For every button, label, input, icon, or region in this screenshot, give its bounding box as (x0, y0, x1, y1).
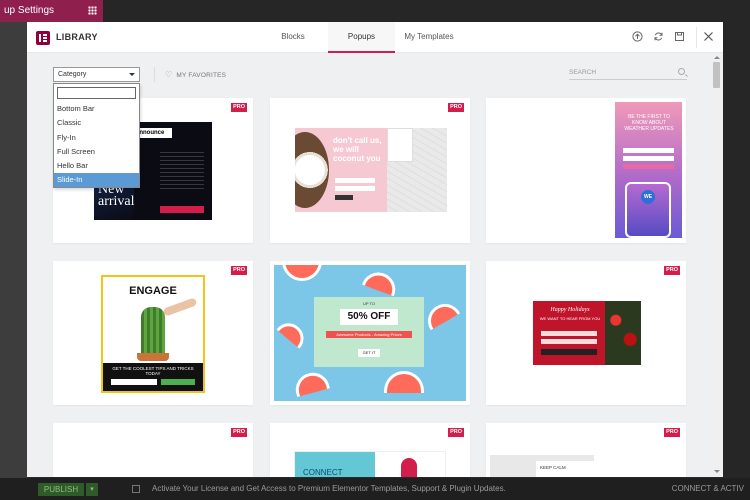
search-field[interactable]: SEARCH (569, 65, 687, 80)
thumb-tagline: GET THE COOLEST TIPS AND TRICKS TODAY (112, 366, 194, 376)
library-title: LIBRARY (56, 32, 98, 42)
search-placeholder: SEARCH (569, 69, 597, 76)
tab-my-templates[interactable]: My Templates (399, 22, 459, 53)
thumb-heading: ENGAGE (129, 285, 177, 297)
thumb-heading: CONNECT (303, 468, 343, 477)
pro-badge: PRO (231, 266, 247, 275)
template-card[interactable]: PRO UP TO 50% OFF Awesome Products - Ama… (270, 261, 470, 405)
thumb-heading: 50% OFF (340, 309, 398, 325)
chevron-down-icon (129, 73, 135, 76)
panel-title: up Settings (4, 5, 55, 16)
scroll-down-icon[interactable] (714, 470, 720, 473)
tab-blocks[interactable]: Blocks (263, 22, 323, 53)
template-thumbnail: KEEP CALM (490, 455, 594, 477)
header-divider (696, 27, 697, 48)
thumb-pretext: UP TO (362, 301, 375, 306)
template-thumbnail: BE THE FIRST TO KNOW ABOUT WEATHER UPDAT… (615, 102, 682, 238)
template-thumbnail: Happy Holidays WE WANT TO HEAR FROM YOU (533, 301, 641, 365)
thumb-app-icon: WE (641, 190, 655, 204)
template-card[interactable]: PRO KEEP CALM (486, 423, 686, 477)
template-thumbnail: UP TO 50% OFF Awesome Products - Amazing… (274, 265, 466, 401)
option-bottom-bar[interactable]: Bottom Bar (54, 102, 139, 116)
save-icon[interactable] (674, 31, 685, 42)
connect-activate-link[interactable]: CONNECT & ACTIV (672, 478, 744, 500)
elementor-logo-icon (36, 31, 50, 45)
thumb-subtext: WE WANT TO HEAR FROM YOU (539, 316, 601, 321)
upload-icon[interactable] (632, 31, 643, 42)
my-favorites-filter[interactable]: ♡ MY FAVORITES (165, 70, 226, 79)
tab-popups[interactable]: Popups (328, 22, 395, 53)
thumb-heading: Happy Holidays (550, 307, 590, 313)
pro-badge: PRO (448, 428, 464, 437)
template-card[interactable]: PRO CONNECT (270, 423, 470, 477)
editor-footer: PUBLISH ▾ Activate Your License and Get … (0, 478, 750, 500)
option-fly-in[interactable]: Fly-In (54, 131, 139, 145)
template-card[interactable]: PRO don't call us, we will coconut you (270, 98, 470, 243)
scrollbar-thumb[interactable] (713, 62, 720, 88)
panel-side (0, 22, 27, 478)
pro-badge: PRO (664, 266, 680, 275)
sync-icon[interactable] (653, 31, 664, 42)
panel-header: up Settings (0, 0, 103, 22)
apps-grid-icon (88, 6, 97, 15)
template-card[interactable]: PRO (53, 423, 253, 477)
license-notice[interactable]: Activate Your License and Get Access to … (152, 478, 506, 500)
template-card[interactable]: PRO ENGAGE GET THE COOLEST TIPS AND TRIC… (53, 261, 253, 405)
publish-button[interactable]: PUBLISH (38, 483, 84, 496)
template-card[interactable]: PRO BE THE FIRST TO KNOW ABOUT WEATHER U… (486, 98, 686, 243)
scrollbar-track[interactable] (712, 55, 721, 475)
editor-top-area (103, 0, 750, 22)
template-thumbnail: CONNECT (294, 451, 446, 477)
thumb-subtext: Awesome Products - Amazing Prices (326, 331, 412, 338)
modal-header: LIBRARY Blocks Popups My Templates (27, 22, 723, 53)
notice-icon (132, 485, 140, 493)
search-icon[interactable] (678, 68, 685, 75)
option-classic[interactable]: Classic (54, 116, 139, 130)
dropdown-search-input[interactable] (57, 87, 136, 99)
category-select[interactable]: Category (53, 67, 140, 82)
scroll-up-icon[interactable] (714, 56, 720, 59)
category-dropdown: Bottom Bar Classic Fly-In Full Screen He… (53, 83, 140, 188)
template-card[interactable]: PRO Happy Holidays WE WANT TO HEAR FROM … (486, 261, 686, 405)
template-thumbnail: ENGAGE GET THE COOLEST TIPS AND TRICKS T… (101, 275, 205, 393)
editor-right-area (722, 22, 750, 478)
pro-badge: PRO (231, 103, 247, 112)
thumb-cta: GET IT (358, 349, 380, 357)
pro-badge: PRO (664, 428, 680, 437)
library-modal: LIBRARY Blocks Popups My Templates Categ… (27, 22, 723, 477)
thumb-heading: BE THE FIRST TO KNOW ABOUT WEATHER UPDAT… (624, 114, 674, 132)
option-slide-in[interactable]: Slide-In (54, 173, 139, 187)
template-thumbnail: don't call us, we will coconut you (295, 128, 447, 212)
close-icon[interactable] (703, 31, 714, 42)
pro-badge: PRO (231, 428, 247, 437)
publish-options-icon[interactable]: ▾ (86, 483, 98, 496)
my-favorites-label: MY FAVORITES (176, 72, 227, 79)
pro-badge: PRO (448, 103, 464, 112)
category-select-label: Category (58, 71, 87, 78)
option-hello-bar[interactable]: Hello Bar (54, 159, 139, 173)
option-full-screen[interactable]: Full Screen (54, 145, 139, 159)
heart-icon: ♡ (165, 70, 173, 79)
toolbar-divider (154, 67, 155, 82)
thumb-heading: KEEP CALM (540, 465, 566, 470)
thumb-heading: don't call us, we will coconut you (333, 136, 382, 163)
